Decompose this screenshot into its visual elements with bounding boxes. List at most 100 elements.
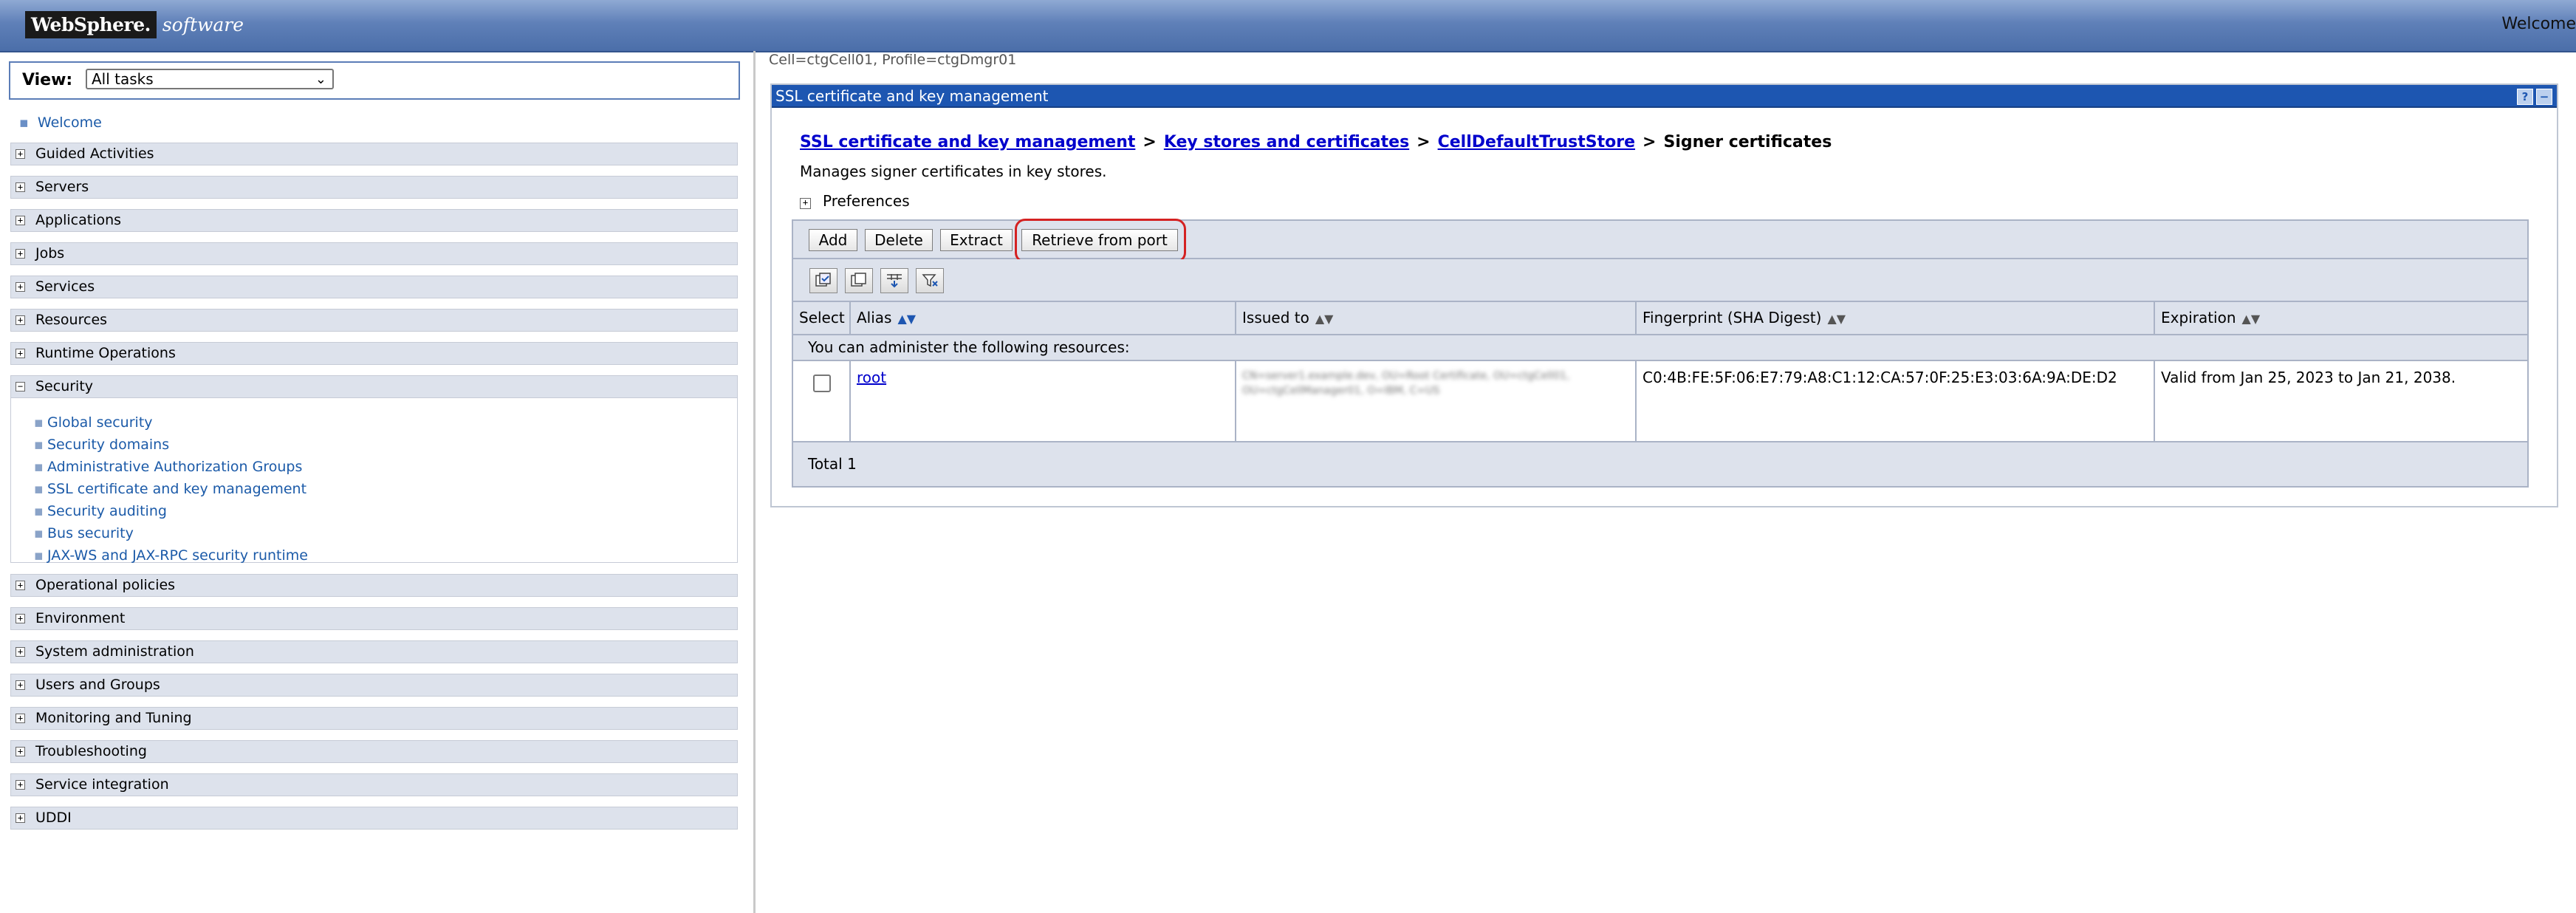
nav-category-label: UDDI xyxy=(35,810,72,826)
nav-category-users-and-groups[interactable]: + Users and Groups xyxy=(10,674,738,697)
add-button[interactable]: Add xyxy=(809,229,857,251)
nav-item-global-security[interactable]: ▪ Global security xyxy=(34,414,153,431)
signer-certificates-table: Add Delete Extract Retrieve from port Se… xyxy=(792,219,2529,488)
preferences-toggle[interactable]: + Preferences xyxy=(800,192,910,210)
nav-category-label: Operational policies xyxy=(35,577,176,593)
nav-category-label: Service integration xyxy=(35,776,169,793)
nav-category-environment[interactable]: + Environment xyxy=(10,607,738,630)
nav-item-bus-security[interactable]: ▪ Bus security xyxy=(34,525,134,541)
nav-category-services[interactable]: + Services xyxy=(10,276,738,298)
nav-category-troubleshooting[interactable]: + Troubleshooting xyxy=(10,740,738,763)
nav-category-uddi[interactable]: + UDDI xyxy=(10,807,738,830)
view-selector-box: View: All tasks ⌄ xyxy=(9,61,740,100)
breadcrumb-current: Signer certificates xyxy=(1663,133,1832,151)
issued-to-cell: CN=server1.example.dev, OU=Root Certific… xyxy=(1236,361,1637,441)
panel-title: SSL certificate and key management xyxy=(775,87,1049,105)
header-banner: WebSphere. software Welcome xyxy=(0,0,2576,52)
nav-category-servers[interactable]: + Servers xyxy=(10,176,738,199)
sort-ascending-icon[interactable]: ▲▼ xyxy=(897,312,916,326)
alias-link[interactable]: root xyxy=(857,369,886,386)
help-icon[interactable]: ? xyxy=(2517,89,2533,105)
bullet-icon: ▪ xyxy=(34,414,44,431)
expand-icon: + xyxy=(16,216,25,225)
nav-category-label: Users and Groups xyxy=(35,677,160,693)
alias-cell: root xyxy=(851,361,1236,441)
expiration-cell: Valid from Jan 25, 2023 to Jan 21, 2038. xyxy=(2155,361,2527,441)
column-header-select: Select xyxy=(793,302,851,334)
nav-item-ssl-certificate-key-management[interactable]: ▪ SSL certificate and key management xyxy=(34,481,306,497)
nav-category-monitoring-and-tuning[interactable]: + Monitoring and Tuning xyxy=(10,707,738,730)
view-label: View: xyxy=(22,71,73,89)
preferences-label: Preferences xyxy=(823,192,910,210)
bullet-icon: ▪ xyxy=(34,459,44,475)
bullet-icon: ▪ xyxy=(19,114,29,131)
deselect-all-icon[interactable] xyxy=(845,268,873,293)
nav-item-jaxws-jaxrpc-security-runtime[interactable]: ▪ JAX-WS and JAX-RPC security runtime xyxy=(34,547,308,564)
welcome-link[interactable]: ▪ Welcome xyxy=(19,114,102,131)
delete-button[interactable]: Delete xyxy=(865,229,933,251)
welcome-link-label: Welcome xyxy=(37,114,102,131)
logo-product: software xyxy=(162,13,244,35)
extract-button[interactable]: Extract xyxy=(940,229,1013,251)
column-header-issued-to[interactable]: Issued to ▲▼ xyxy=(1236,302,1637,334)
column-header-label: Expiration xyxy=(2161,309,2236,326)
bullet-icon: ▪ xyxy=(34,503,44,519)
breadcrumb-link-trust-store[interactable]: CellDefaultTrustStore xyxy=(1438,133,1635,151)
nav-category-guided-activities[interactable]: + Guided Activities xyxy=(10,143,738,165)
nav-item-admin-authorization-groups[interactable]: ▪ Administrative Authorization Groups xyxy=(34,459,302,475)
view-select[interactable]: All tasks ⌄ xyxy=(86,69,334,89)
nav-category-runtime-operations[interactable]: + Runtime Operations xyxy=(10,342,738,365)
nav-category-service-integration[interactable]: + Service integration xyxy=(10,773,738,796)
nav-category-label: Resources xyxy=(35,312,108,328)
nav-item-security-domains[interactable]: ▪ Security domains xyxy=(34,437,169,453)
select-all-icon[interactable] xyxy=(809,268,837,293)
table-total: Total 1 xyxy=(793,442,2527,486)
expand-icon: + xyxy=(16,149,25,159)
breadcrumb-separator: > xyxy=(1642,133,1657,151)
column-header-label: Issued to xyxy=(1242,309,1309,326)
minimize-icon[interactable]: − xyxy=(2536,89,2552,105)
column-header-label: Alias xyxy=(857,309,892,326)
navigation-panel: View: All tasks ⌄ ▪ Welcome + Guided Acti… xyxy=(0,51,756,913)
nav-category-applications[interactable]: + Applications xyxy=(10,209,738,232)
nav-category-label: Monitoring and Tuning xyxy=(35,710,192,726)
select-cell xyxy=(793,361,851,441)
column-header-fingerprint[interactable]: Fingerprint (SHA Digest) ▲▼ xyxy=(1637,302,2155,334)
breadcrumb-link-key-stores[interactable]: Key stores and certificates xyxy=(1164,133,1409,151)
highlight-annotation xyxy=(1015,219,1186,263)
column-header-alias[interactable]: Alias ▲▼ xyxy=(851,302,1236,334)
nav-category-label: Jobs xyxy=(35,245,65,261)
issued-to-value-redacted: CN=server1.example.dev, OU=Root Certific… xyxy=(1242,370,1570,397)
bullet-icon: ▪ xyxy=(34,481,44,497)
breadcrumb-link-ssl-management[interactable]: SSL certificate and key management xyxy=(800,133,1135,151)
column-header-expiration[interactable]: Expiration ▲▼ xyxy=(2155,302,2527,334)
panel-title-buttons: ? − xyxy=(2517,89,2552,105)
expiration-value: Valid from Jan 25, 2023 to Jan 21, 2038. xyxy=(2161,369,2456,386)
show-filter-icon[interactable] xyxy=(880,268,908,293)
nav-category-label: Services xyxy=(35,278,95,295)
nav-item-security-auditing[interactable]: ▪ Security auditing xyxy=(34,503,167,519)
action-button-bar: Add Delete Extract Retrieve from port xyxy=(793,219,2527,263)
nav-category-label: Applications xyxy=(35,212,122,228)
sort-icon[interactable]: ▲▼ xyxy=(1315,312,1334,326)
resources-info-row: You can administer the following resourc… xyxy=(793,335,2527,361)
expand-icon: + xyxy=(16,780,25,790)
nav-category-security[interactable]: − Security xyxy=(10,375,738,398)
expand-icon: + xyxy=(16,282,25,292)
expand-icon: + xyxy=(16,614,25,623)
view-select-value: All tasks xyxy=(92,70,154,88)
fingerprint-value: C0:4B:FE:5F:06:E7:79:A8:C1:12:CA:57:0F:2… xyxy=(1642,369,2117,386)
clear-filter-icon[interactable] xyxy=(916,268,944,293)
table-icon-toolbar xyxy=(793,259,2527,302)
nav-category-jobs[interactable]: + Jobs xyxy=(10,242,738,265)
nav-category-operational-policies[interactable]: + Operational policies xyxy=(10,574,738,597)
nav-category-label: Servers xyxy=(35,179,89,195)
bullet-icon: ▪ xyxy=(34,437,44,453)
nav-category-system-administration[interactable]: + System administration xyxy=(10,640,738,663)
row-select-checkbox[interactable] xyxy=(813,375,831,392)
sort-icon[interactable]: ▲▼ xyxy=(2242,312,2261,326)
sort-icon[interactable]: ▲▼ xyxy=(1827,312,1846,326)
nav-category-resources[interactable]: + Resources xyxy=(10,309,738,332)
column-header-label: Fingerprint (SHA Digest) xyxy=(1642,309,1822,326)
expand-icon: + xyxy=(16,647,25,657)
